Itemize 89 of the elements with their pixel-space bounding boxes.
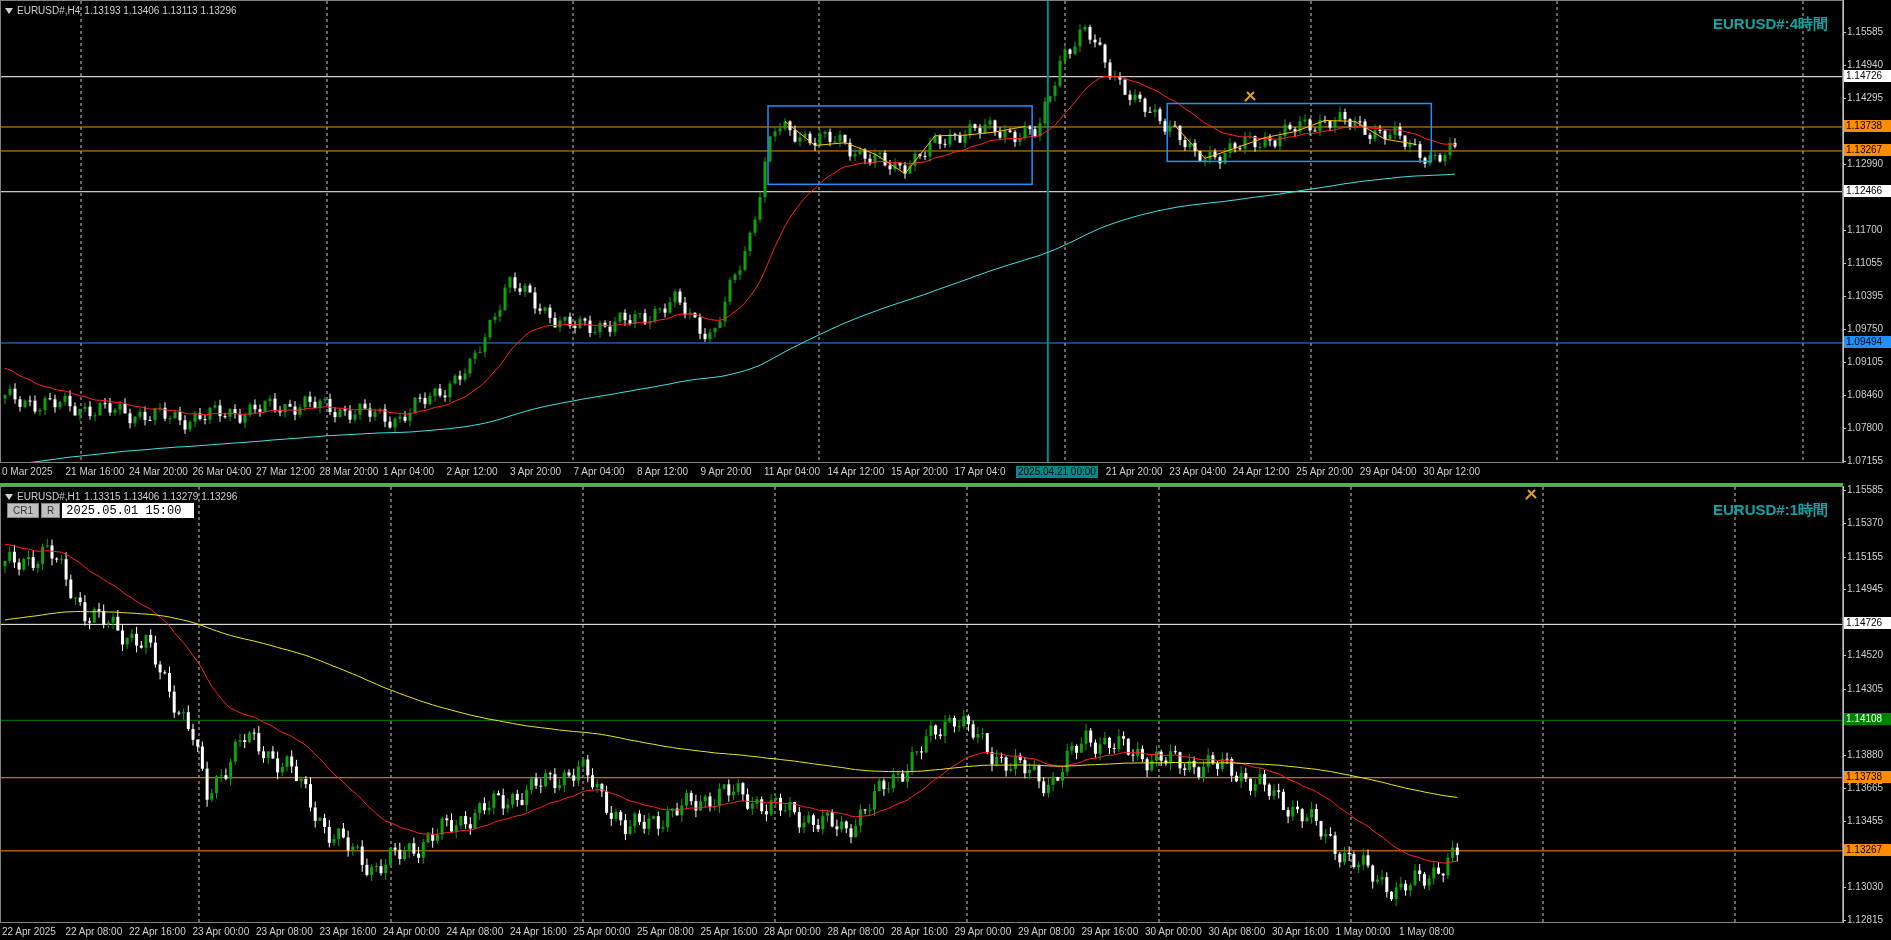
price-tick-label: 1.15585: [1847, 484, 1884, 496]
time-label: 23 Apr 08:00: [255, 925, 314, 938]
time-label: 22 Apr 2025: [1, 925, 57, 938]
time-label: 23 Apr 00:00: [191, 925, 251, 938]
time-label: 14 Apr 12:00: [826, 465, 886, 478]
price-tick-label: 1.14295: [1847, 91, 1884, 104]
time-label: 17 Apr 04:0: [953, 465, 1007, 478]
time-label: 30 Apr 16:00: [1271, 925, 1330, 938]
price-tick-label: 1.09750: [1847, 322, 1884, 335]
price-tick-label: 1.13665: [1847, 782, 1884, 795]
ohlc-values: 1.13315 1.13406 1.13279 1.13296: [84, 490, 238, 504]
symbol-label: EURUSD#,H1: [17, 490, 81, 504]
price-tick-label: 1.08460: [1847, 388, 1884, 401]
price-line-label: 1.13738: [1844, 770, 1891, 783]
price-tick-label: 1.15155: [1847, 550, 1884, 563]
price-tick-label: 1.15585: [1847, 26, 1884, 38]
time-label: 21 Apr 20:00: [1104, 465, 1164, 478]
date-field[interactable]: 2025.05.01 15:00: [62, 503, 195, 518]
time-label: 29 Apr 04:00: [1358, 465, 1418, 478]
price-tick-label: 1.15370: [1847, 517, 1884, 530]
time-label: 24 Apr 00:00: [382, 925, 441, 938]
time-label: 25 Apr 00:00: [572, 925, 632, 938]
time-label: 9 Apr 20:00: [699, 465, 753, 478]
time-label: 24 Apr 16:00: [509, 925, 568, 938]
time-label: 28 Mar 20:00: [318, 465, 380, 478]
price-line-label: 1.13738: [1844, 120, 1891, 132]
time-label: 29 Apr 00:00: [953, 925, 1013, 938]
price-tick-label: 1.11700: [1847, 223, 1883, 236]
price-tick-label: 1.12990: [1847, 158, 1884, 171]
time-label: 24 Apr 12:00: [1231, 465, 1291, 478]
time-label: 1 Apr 04:00: [382, 465, 436, 478]
time-label: 30 Apr 00:00: [1144, 925, 1203, 938]
time-label: 25 Apr 08:00: [636, 925, 695, 938]
symbol-label: EURUSD#,H4: [17, 4, 81, 18]
toolbar-button[interactable]: R: [41, 503, 61, 518]
time-label: 22 Apr 08:00: [64, 925, 124, 938]
price-tick-label: 1.13030: [1847, 880, 1884, 893]
price-line-label: 1.13267: [1844, 143, 1891, 156]
time-label: 23 Apr 04:00: [1168, 465, 1228, 478]
time-label: 8 Apr 12:00: [636, 465, 690, 478]
price-tick-label: 1.09105: [1847, 355, 1884, 368]
price-tick-label: 1.10395: [1847, 290, 1884, 303]
price-tick-label: 1.14945: [1847, 583, 1884, 596]
time-label: 29 Apr 08:00: [1017, 925, 1076, 938]
chart-title: EURUSD#:1時間: [1712, 500, 1828, 520]
time-label: 15 Apr 20:00: [890, 465, 949, 478]
price-line-label: 1.14108: [1844, 713, 1891, 726]
time-label: 30 Apr 08:00: [1207, 925, 1267, 938]
time-label: 28 Apr 00:00: [763, 925, 822, 938]
price-line-label: 1.12466: [1844, 184, 1891, 197]
caret-icon: [5, 7, 13, 14]
chart-title: EURUSD#:4時間: [1712, 14, 1828, 34]
time-label: 1 May 00:00: [1334, 925, 1392, 938]
price-line-label: 1.14726: [1844, 69, 1891, 82]
time-label: 24 Apr 08:00: [445, 925, 505, 938]
price-line-label: 1.14726: [1844, 617, 1891, 630]
price-tick-label: 1.07800: [1847, 422, 1884, 435]
price-tick-label: 1.13455: [1847, 814, 1884, 827]
price-tick-label: 1.07155: [1847, 455, 1884, 467]
price-tick-label: 1.13880: [1847, 748, 1884, 761]
time-label: 7 Apr 04:00: [572, 465, 626, 478]
crosshair-time-label: 2025.04.21 00:00: [1016, 465, 1098, 478]
time-label: 21 Mar 16:00: [64, 465, 126, 478]
time-label: 25 Apr 20:00: [1295, 465, 1355, 478]
time-label: 11 Apr 04:00: [763, 465, 821, 478]
price-tick-label: 1.14305: [1847, 682, 1884, 695]
time-label: 23 Apr 16:00: [318, 925, 378, 938]
time-label: 24 Mar 20:00: [128, 465, 189, 478]
price-tick-label: 1.12815: [1847, 914, 1884, 926]
time-label: 29 Apr 16:00: [1080, 925, 1140, 938]
price-line-label: 1.13267: [1844, 843, 1891, 856]
time-label: 2 Apr 12:00: [445, 465, 499, 478]
time-label: 3 Apr 20:00: [509, 465, 563, 478]
time-label: 30 Apr 12:00: [1422, 465, 1482, 478]
time-label: 28 Apr 16:00: [890, 925, 949, 938]
price-tick-label: 1.14520: [1847, 649, 1884, 662]
time-label: 26 Mar 04:00: [191, 465, 253, 478]
toolbar-button[interactable]: CR1: [7, 503, 39, 518]
price-line-label: 1.09494: [1844, 335, 1891, 348]
time-label: 0 Mar 2025: [1, 465, 54, 478]
time-label: 25 Apr 16:00: [699, 925, 759, 938]
ohlc-values: 1.13193 1.13406 1.13113 1.13296: [84, 4, 237, 18]
time-label: 1 May 08:00: [1398, 925, 1456, 938]
price-tick-label: 1.11055: [1847, 256, 1883, 269]
time-label: 22 Apr 16:00: [128, 925, 187, 938]
time-label: 28 Apr 08:00: [826, 925, 886, 938]
time-label: 27 Mar 12:00: [255, 465, 316, 478]
caret-icon: [5, 493, 13, 500]
price-tick-label: 1.14940: [1847, 58, 1884, 71]
